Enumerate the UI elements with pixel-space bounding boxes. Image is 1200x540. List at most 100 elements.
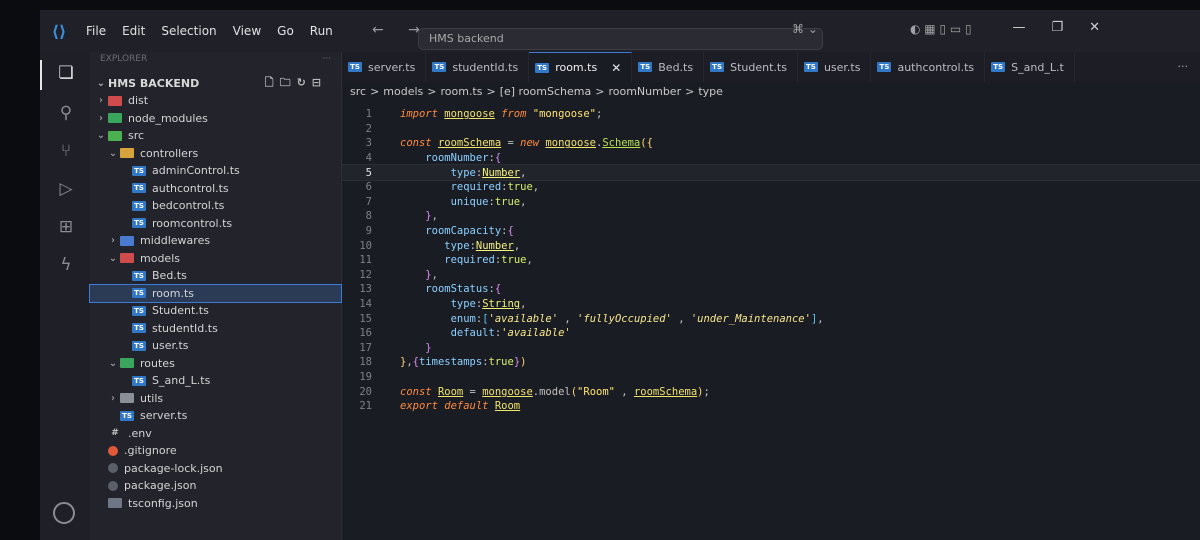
code-editor[interactable]: 1 import mongoose from "mongoose"; 2 3 const… xyxy=(341,102,1200,540)
tabs-more-button[interactable]: ··· xyxy=(1166,52,1200,82)
code-token: true xyxy=(488,356,514,369)
code-token: unique xyxy=(450,195,489,208)
line-number: 9 xyxy=(365,225,372,238)
tree-item[interactable]: # .env xyxy=(90,425,341,443)
line-number: 17 xyxy=(359,341,372,354)
line-number: 10 xyxy=(359,239,372,252)
menu-item-edit[interactable]: Edit xyxy=(114,24,153,38)
tree-item[interactable]: TS user.ts xyxy=(90,337,341,355)
breadcrumb-item[interactable]: src xyxy=(350,85,366,98)
tab-authcontrol-ts[interactable]: TS authcontrol.ts xyxy=(871,52,986,82)
menu-item-run[interactable]: Run xyxy=(302,24,341,38)
code-token: { xyxy=(494,152,502,165)
tree-item[interactable]: TS studentId.ts xyxy=(90,320,341,338)
code-line: 18},{timestamps:true}) xyxy=(342,355,1200,370)
minimize-icon[interactable]: — xyxy=(1012,20,1025,35)
tab-user-ts[interactable]: TS user.ts xyxy=(798,52,872,82)
tree-item[interactable]: › dist xyxy=(90,92,341,110)
menu-item-file[interactable]: File xyxy=(78,24,114,38)
tree-item[interactable]: TS bedcontrol.ts xyxy=(90,197,341,215)
code-token: Room xyxy=(437,385,464,398)
chevron-right-icon: › xyxy=(99,95,103,107)
code-token: { xyxy=(494,283,502,296)
code-line: 16 default:'available' xyxy=(342,326,1200,341)
close-icon[interactable]: ✕ xyxy=(1089,20,1100,35)
line-number: 18 xyxy=(359,356,372,369)
tree-item-label: src xyxy=(128,129,145,143)
tree-item[interactable]: TS room.ts xyxy=(89,283,342,303)
menu-item-selection[interactable]: Selection xyxy=(153,24,224,38)
tree-item[interactable]: TS Bed.ts xyxy=(90,267,341,285)
tree-item[interactable]: › middlewares xyxy=(90,232,341,250)
typescript-file-icon: TS xyxy=(638,62,653,72)
tree-item[interactable]: package.json xyxy=(90,477,341,495)
workspace-root[interactable]: ⌄ HMS BACKEND 🗋🗀↻⊟ xyxy=(90,72,341,92)
restore-icon[interactable]: ❐ xyxy=(1051,20,1063,35)
tab-server-ts[interactable]: TS server.ts xyxy=(342,52,427,82)
typescript-file-icon: TS xyxy=(132,218,146,229)
explorer-more-button[interactable]: ··· xyxy=(322,54,331,70)
tree-item[interactable]: › utils xyxy=(90,390,341,408)
tree-item[interactable]: ⌄ src xyxy=(90,127,341,145)
account-icon[interactable] xyxy=(53,502,75,524)
vscode-window: ⟨⟩ File Edit Selection View Go Run ← → HMS ba… xyxy=(40,10,1200,540)
tree-item-label: .env xyxy=(128,426,152,440)
tree-item[interactable]: ⌄ controllers xyxy=(90,145,341,163)
command-center-search[interactable]: HMS backend xyxy=(418,28,823,50)
code-token: required xyxy=(444,254,495,267)
code-token: , xyxy=(520,166,527,179)
typescript-file-icon: TS xyxy=(803,62,818,72)
tree-item[interactable]: package-lock.json xyxy=(90,460,341,478)
menu-item-go[interactable]: Go xyxy=(269,24,302,38)
tab-room-ts[interactable]: TS room.ts ✕ xyxy=(529,52,633,82)
tree-item[interactable]: TS server.ts xyxy=(90,407,341,425)
close-icon[interactable]: ✕ xyxy=(611,61,621,75)
tab-student-ts[interactable]: TS Student.ts xyxy=(704,52,798,82)
tree-item[interactable]: tsconfig.json xyxy=(90,495,341,513)
explorer-toolbar-icons[interactable]: 🗋🗀↻⊟ xyxy=(265,74,327,93)
explorer-title: EXPLORER xyxy=(100,54,148,64)
tree-item[interactable]: TS adminControl.ts xyxy=(90,162,341,180)
code-text: roomStatus:{ xyxy=(382,283,501,295)
tree-item[interactable]: ⌄ models xyxy=(90,250,341,268)
tree-item[interactable]: .gitignore xyxy=(90,442,341,460)
tab-label: user.ts xyxy=(823,60,861,74)
typescript-file-icon: TS xyxy=(710,62,725,72)
menu-item-view[interactable]: View xyxy=(225,24,269,38)
tree-item-label: authcontrol.ts xyxy=(152,181,229,195)
code-token: type xyxy=(444,239,470,252)
breadcrumb-item[interactable]: room.ts xyxy=(440,85,482,98)
typescript-file-icon: TS xyxy=(132,270,146,281)
explorer-sidebar: EXPLORER ··· ⌄ HMS BACKEND 🗋🗀↻⊟ › dist › no… xyxy=(89,52,342,540)
code-token: , xyxy=(526,254,533,267)
breadcrumb-item[interactable]: [e] roomSchema xyxy=(500,85,592,98)
tab-studentid-ts[interactable]: TS studentId.ts xyxy=(426,52,530,82)
tree-item[interactable]: › node_modules xyxy=(90,110,341,128)
code-line: 2 xyxy=(342,122,1200,137)
tab-bed-ts[interactable]: TS Bed.ts xyxy=(632,52,705,82)
chevron-down-icon: ⌄ xyxy=(108,252,118,264)
extensions-icon[interactable]: ⊞ xyxy=(55,216,77,238)
search-icon[interactable]: ⚲ xyxy=(55,102,77,124)
explorer-icon[interactable]: ❏ xyxy=(55,62,77,84)
tree-item[interactable]: TS Student.ts xyxy=(90,302,341,320)
breadcrumb-item[interactable]: models xyxy=(383,85,423,98)
folder-icon xyxy=(120,358,134,369)
tree-item[interactable]: TS roomcontrol.ts xyxy=(90,215,341,233)
tab-s-and-l-t[interactable]: TS S_and_L.t xyxy=(985,52,1075,82)
source-control-icon[interactable]: ⑂ xyxy=(55,140,77,162)
breadcrumb-item[interactable]: roomNumber xyxy=(608,85,681,98)
code-text: type:Number, xyxy=(382,240,520,252)
breadcrumb-item[interactable]: type xyxy=(698,85,723,98)
thunder-client-icon[interactable]: ϟ xyxy=(55,254,77,276)
tree-item[interactable]: TS S_and_L.ts xyxy=(90,372,341,390)
code-line: 12 }, xyxy=(342,268,1200,283)
tree-item[interactable]: TS authcontrol.ts xyxy=(90,180,341,198)
code-token: true xyxy=(501,254,527,267)
run-debug-icon[interactable]: ▷ xyxy=(55,178,77,200)
layout-icons[interactable]: ◐ ▦ ▯ ▭ ▯ xyxy=(910,22,972,36)
code-token: ; xyxy=(596,108,603,121)
copilot-icon[interactable]: ⌘ ⌄ xyxy=(792,22,818,36)
tree-item[interactable]: ⌄ routes xyxy=(90,355,341,373)
